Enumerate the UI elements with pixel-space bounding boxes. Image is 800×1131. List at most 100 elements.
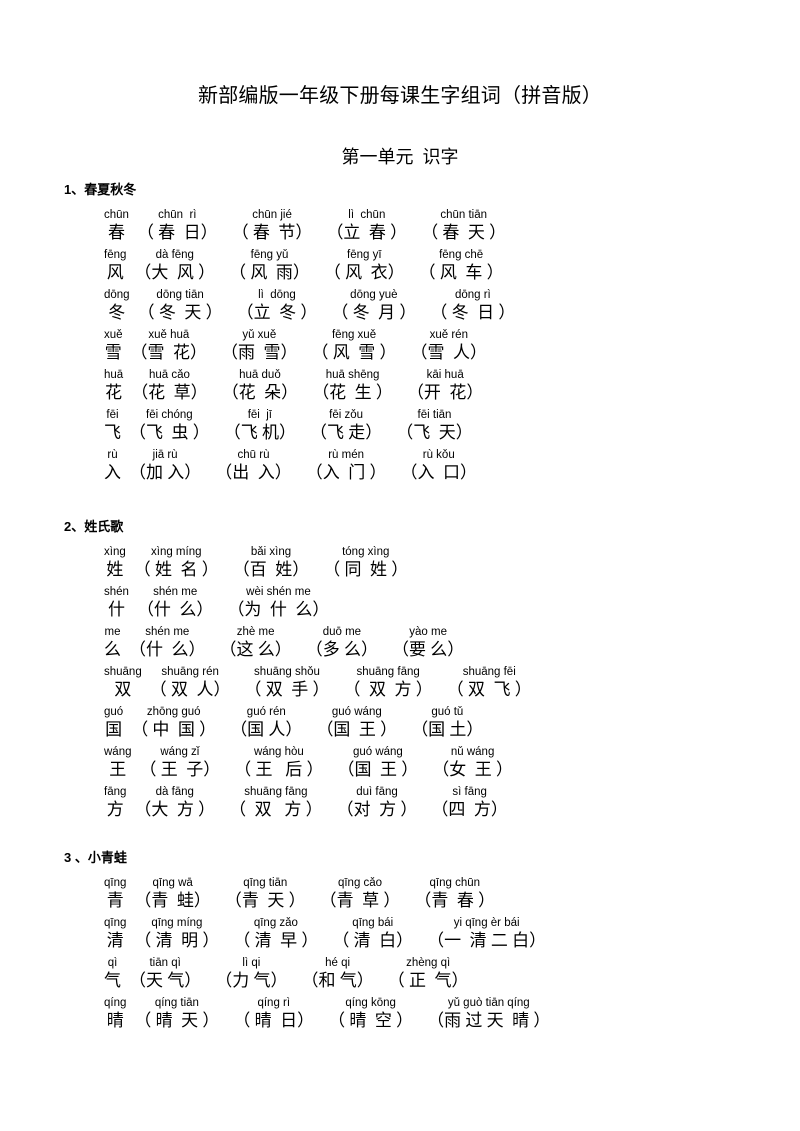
word-cell: chūn jié （ 春 节） [232,208,313,244]
hanzi-text: （女 王 ） [432,760,513,779]
hanzi-text: （ 春 节） [231,223,313,242]
pinyin-text: chūn [104,209,129,221]
hanzi-text: （ 双 方 ） [343,680,433,699]
pinyin-text: dà fāng [155,786,194,798]
head-character-cell: shuāng 双 [104,665,142,701]
lesson-heading: 2、姓氏歌 [64,519,124,534]
hanzi-text: （飞 虫 ） [129,423,210,442]
lesson-heading: 3 、小青蛙 [64,850,127,865]
character-row: huā 花 huā cǎo （花 草） huā duǒ （花 朵） huā shēng （花 … [104,364,800,404]
hanzi-text: （这 么） [219,640,292,659]
pinyin-text: zhèng qì [406,957,451,969]
word-cell: dōng tiān （ 冬 天 ） [138,288,223,324]
unit-title: 第一单元 识字 [341,147,459,167]
head-character-cell: qíng 晴 [104,996,126,1032]
pinyin-text: zhè me [236,626,275,638]
hanzi-text: （雨 雪） [221,343,298,362]
word-cell: zhèng qì （ 正 气） [388,956,469,992]
word-cell: qīng wā （青 蛙） [134,876,211,912]
word-cell: shuāng shǒu （ 双 手 ） [244,665,329,701]
hanzi-text: （青 春 ） [414,891,496,910]
hanzi-text: （飞 走） [310,423,383,442]
head-character-cell: dōng 冬 [104,288,130,324]
pinyin-text: qīng [104,917,127,929]
head-character-cell: fāng 方 [104,785,126,821]
hanzi-text: （ 晴 空 ） [328,1011,414,1030]
hanzi-text: 清 [106,931,124,950]
word-cell: tóng xìng （ 同 姓 ） [323,545,408,581]
document-page: 新部编版一年级下册每课生字组词（拼音版） 第一单元 识字 1、春夏秋冬 chūn 春… [0,0,800,1131]
hanzi-text: 青 [106,891,124,910]
word-cell: qíng rì （ 晴 日） [233,996,314,1032]
hanzi-text: （ 晴 天 ） [134,1011,220,1030]
pinyin-text: guó wáng [352,746,403,758]
document-title: 新部编版一年级下册每课生字组词（拼音版） [198,85,602,107]
pinyin-text: qíng [104,997,127,1009]
pinyin-text: dōng tiān [156,289,204,301]
word-cell: huā cǎo （花 草） [131,368,208,404]
word-cell: shuāng fāng （ 双 方 ） [343,665,432,701]
hanzi-text: （ 王 后 ） [234,760,324,779]
hanzi-text: （飞 天） [396,423,473,442]
character-row: guó 国 zhōng guó （ 中 国 ） guó rén （国 人） guó wáng… [104,701,800,741]
word-cell: lì dōng （立 冬 ） [237,288,318,324]
pinyin-text: qīng [104,877,127,889]
head-character-cell: xuě 雪 [104,328,123,364]
pinyin-text: yào me [409,626,447,638]
hanzi-text: 雪 [104,343,122,362]
hanzi-text: （ 春 日） [136,223,218,242]
character-row: fēi 飞 fēi chóng （飞 虫 ） fēi jī （飞 机） fēi zǒu （飞 … [104,404,800,444]
hanzi-text: （大 方 ） [134,800,216,819]
hanzi-text: （和 气） [301,971,374,990]
word-cell: fēng yǔ （ 风 雨） [229,248,310,284]
hanzi-text: （大 风 ） [134,263,216,282]
pinyin-text: guó rén [246,706,286,718]
hanzi-text: （ 正 气） [387,971,469,990]
word-cell: dà fēng （大 风 ） [134,248,215,284]
pinyin-text: huā shēng [325,369,380,381]
hanzi-text: 花 [105,383,123,402]
lesson-block: 3 、小青蛙 qīng 青 qīng wā （青 蛙） qīng tiān （青 天 ） qī… [0,849,800,1032]
word-cell: fēi zǒu （飞 走） [310,408,382,444]
word-cell: yào me （要 么） [392,625,464,661]
word-cell: chū rù （出 入） [215,448,292,484]
hanzi-text: 冬 [108,303,126,322]
pinyin-text: qíng kōng [345,997,396,1009]
pinyin-text: shuāng fāng [244,786,308,798]
character-row: dōng 冬 dōng tiān （ 冬 天 ） lì dōng （立 冬 ） dōng y… [104,284,800,324]
word-cell: chūn tiān （ 春 天 ） [421,208,506,244]
hanzi-text: （雨 过 天 晴 ） [427,1011,551,1030]
hanzi-text: （ 中 国 ） [131,720,217,739]
hanzi-text: （花 生 ） [312,383,393,402]
pinyin-text: zhōng guó [146,706,201,718]
word-cell: fēi jī （飞 机） [224,408,296,444]
word-cell: sì fāng （四 方） [431,785,508,821]
hanzi-text: （国 人） [230,720,303,739]
word-cell: xuě huā （雪 花） [131,328,208,364]
hanzi-text: （国 王 ） [337,760,419,779]
hanzi-text: （ 同 姓 ） [323,560,409,579]
head-character-cell: chūn 春 [104,208,129,244]
pinyin-text: shuāng shǒu [254,666,320,678]
word-cell: huā shēng （花 生 ） [312,368,393,404]
pinyin-text: kāi huā [426,369,464,381]
word-cell: nǔ wáng （女 王 ） [432,745,513,781]
hanzi-text: （立 冬 ） [236,303,318,322]
pinyin-text: chūn tiān [440,209,488,221]
pinyin-text: chūn jié [252,209,292,221]
head-character-cell: xìng 姓 [104,545,126,581]
character-row: qíng 晴 qíng tiān （ 晴 天 ） qíng rì （ 晴 日） qíng k… [104,992,800,1032]
hanzi-text: （ 晴 日） [233,1011,315,1030]
word-cell: bǎi xìng （百 姓） [233,545,310,581]
pinyin-text: qīng bái [352,917,394,929]
hanzi-text: （一 清 二 白） [427,931,547,950]
head-character-cell: wáng 王 [104,745,132,781]
pinyin-text: shén [104,586,129,598]
pinyin-text: qīng míng [151,917,203,929]
pinyin-text: yǔ xuě [242,329,277,341]
pinyin-text: yǔ guò tiān qíng [447,997,530,1009]
pinyin-text: tóng xìng [342,546,390,558]
hanzi-text: （雪 人） [410,343,488,362]
pinyin-text: me [104,626,121,638]
character-row: fāng 方 dà fāng （大 方 ） shuāng fāng （ 双 方 ） duì … [104,781,800,821]
